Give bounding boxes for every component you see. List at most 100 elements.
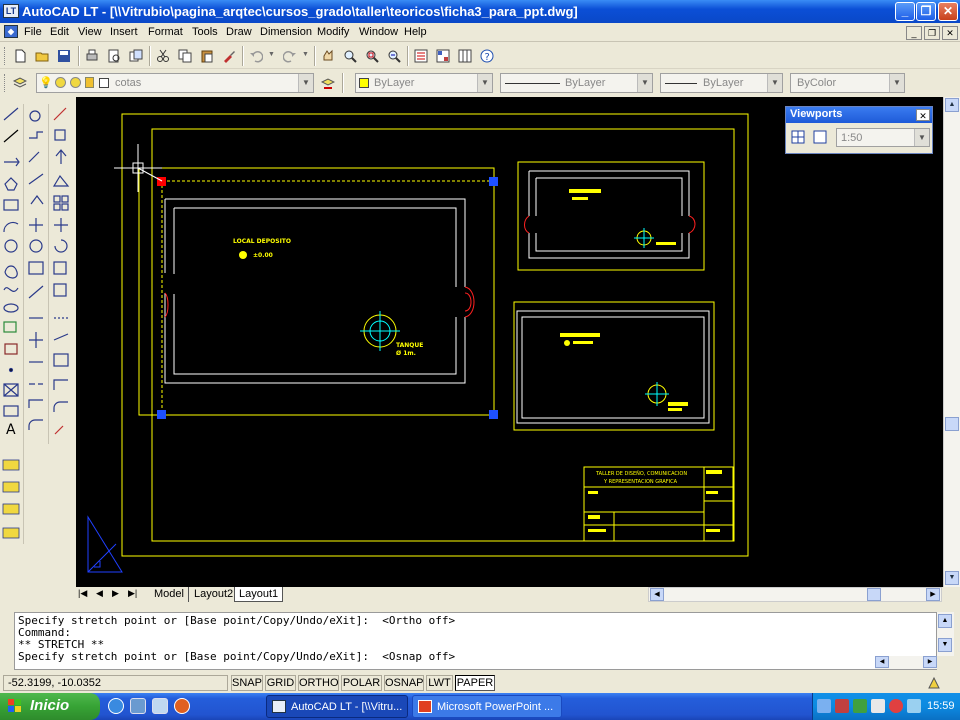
cmd-scroll-left-icon[interactable]: ◀ [875,656,889,668]
print-button[interactable] [82,46,102,66]
network-icon[interactable] [817,699,831,713]
menu-file[interactable]: File [24,26,42,38]
vertical-scrollbar[interactable]: ▲ ▼ [943,97,960,587]
tab-layout1[interactable]: Layout1 [234,587,284,602]
zoom-window-button[interactable] [362,46,382,66]
clock[interactable]: 15:59 [927,700,955,712]
zoom-previous-button[interactable] [384,46,404,66]
menu-draw[interactable]: Draw [226,26,252,38]
start-button[interactable]: Inicio [0,693,100,720]
horizontal-scrollbar[interactable]: ◀ ▶ [648,587,942,602]
doc-minimize-button[interactable]: _ [906,26,922,40]
menu-view[interactable]: View [78,26,102,38]
menu-modify[interactable]: Modify [317,26,349,38]
minimize-button[interactable]: _ [895,2,915,21]
antivirus-icon[interactable] [835,699,849,713]
media-icon[interactable] [174,698,190,714]
close-button[interactable]: ✕ [938,2,958,21]
tab-first-button[interactable]: |◀ [76,587,94,602]
command-scrollbar[interactable]: ▲ ▼ [937,612,954,656]
hscroll-thumb[interactable] [867,588,881,601]
scroll-thumb[interactable] [945,417,959,431]
zoom-realtime-button[interactable] [340,46,360,66]
scroll-left-arrow-icon[interactable]: ◀ [650,588,664,601]
menu-format[interactable]: Format [148,26,183,38]
redo-dropdown[interactable]: ▼ [300,46,312,66]
language-icon[interactable] [907,699,921,713]
design-center-button[interactable] [433,46,453,66]
ie-icon[interactable] [108,698,124,714]
lineweight-dropdown[interactable]: ByLayer ▼ [660,73,783,93]
menu-help[interactable]: Help [404,26,427,38]
layer-manager-button[interactable] [10,73,30,93]
security-shield-icon[interactable] [889,699,903,713]
tab-model[interactable]: Model [150,587,189,602]
match-properties-button[interactable] [219,46,239,66]
layer-dropdown[interactable]: 💡 cotas ▼ [36,73,314,93]
plotstyle-dropdown[interactable]: ByColor ▼ [790,73,905,93]
viewports-dialog-button[interactable] [788,127,808,147]
grid-toggle[interactable]: GRID [265,675,296,691]
tool-palettes-button[interactable] [455,46,475,66]
tab-layout2[interactable]: Layout2 [190,587,239,602]
viewports-close-button[interactable]: ✕ [916,109,930,121]
plot-preview-button[interactable] [104,46,124,66]
scroll-down-arrow-icon[interactable]: ▼ [945,571,959,585]
open-button[interactable] [32,46,52,66]
undo-button[interactable] [246,46,266,66]
outlook-icon[interactable] [130,698,146,714]
task-autocad[interactable]: AutoCAD LT - [\\Vitru... [266,695,408,718]
redo-button[interactable] [280,46,300,66]
scroll-up-arrow-icon[interactable]: ▲ [945,98,959,112]
task-powerpoint[interactable]: Microsoft PowerPoint ... [412,695,562,718]
menu-insert[interactable]: Insert [110,26,138,38]
paste-button[interactable] [197,46,217,66]
save-button[interactable] [54,46,74,66]
viewports-toolbar-title[interactable]: Viewports [786,107,932,123]
toolbar-grip-2[interactable] [4,74,7,92]
menu-window[interactable]: Window [359,26,398,38]
volume-icon[interactable] [871,699,885,713]
command-line[interactable]: Specify stretch point or [Base point/Cop… [14,612,937,670]
cmd-scroll-right-icon[interactable]: ▶ [923,656,937,668]
doc-restore-button[interactable]: ❐ [924,26,940,40]
drawing-canvas[interactable]: LOCAL DEPOSITO ±0.00 TANQUE Ø 1m. TALLER… [76,97,943,587]
properties-button[interactable] [411,46,431,66]
document-icon[interactable]: ◆ [4,25,18,38]
new-button[interactable] [10,46,30,66]
menu-dimension[interactable]: Dimension [260,26,312,38]
color-dropdown[interactable]: ByLayer ▼ [355,73,493,93]
tab-last-button[interactable]: ▶| [126,587,146,602]
help-button[interactable]: ? [477,46,497,66]
ortho-toggle[interactable]: ORTHO [298,675,339,691]
osnap-toggle[interactable]: OSNAP [384,675,424,691]
command-prompt-line[interactable]: Specify stretch point or [Base point/Cop… [18,651,933,663]
tray-app-icon[interactable] [853,699,867,713]
copy-button[interactable] [175,46,195,66]
menu-edit[interactable]: Edit [50,26,69,38]
cut-button[interactable] [153,46,173,66]
paper-toggle[interactable]: PAPER [455,675,495,691]
coordinate-readout[interactable]: -52.3199, -10.0352 [3,675,228,691]
publish-button[interactable] [126,46,146,66]
polar-toggle[interactable]: POLAR [341,675,382,691]
tab-prev-button[interactable]: ◀ [94,587,110,602]
toolbar-grip[interactable] [4,47,7,65]
comm-center-icon[interactable] [926,675,942,691]
cmd-hscrollbar[interactable]: ◀ ▶ [875,656,937,669]
maximize-button[interactable]: ❐ [916,2,936,21]
cmd-scroll-down-icon[interactable]: ▼ [938,638,952,652]
cmd-scroll-up-icon[interactable]: ▲ [938,614,952,628]
snap-toggle[interactable]: SNAP [231,675,263,691]
menu-tools[interactable]: Tools [192,26,218,38]
single-viewport-button[interactable] [810,127,830,147]
make-object-layer-current-button[interactable] [318,73,338,93]
pan-button[interactable] [318,46,338,66]
viewport-scale-dropdown[interactable]: 1:50 ▼ [836,128,930,147]
doc-close-button[interactable]: ✕ [942,26,958,40]
desktop-icon[interactable] [152,698,168,714]
scroll-right-arrow-icon[interactable]: ▶ [926,588,940,601]
lwt-toggle[interactable]: LWT [426,675,453,691]
undo-dropdown[interactable]: ▼ [266,46,278,66]
linetype-dropdown[interactable]: ByLayer ▼ [500,73,653,93]
